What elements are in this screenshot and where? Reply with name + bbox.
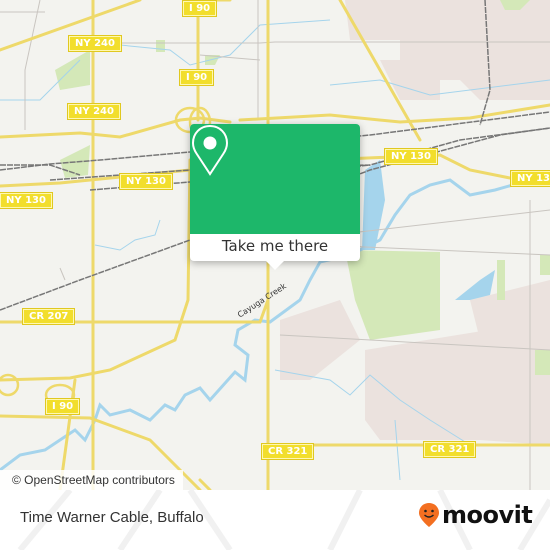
moovit-wordmark: moovit (442, 501, 533, 529)
road-shield-ny240: NY 240 (68, 35, 122, 52)
popup-pointer (265, 260, 285, 270)
road-shield-ny240: NY 240 (67, 103, 121, 120)
road-shield-ny130: NY 130 (0, 192, 53, 209)
road-shield-cr321: CR 321 (422, 441, 477, 458)
road-shield-cr207: CR 207 (21, 308, 76, 325)
footer-bar: Time Warner Cable, Buffalo moovit (0, 490, 550, 550)
road-shield-i90: I 90 (178, 69, 215, 86)
road-shield-ny130: NY 130 (119, 173, 173, 190)
popup-header (190, 124, 360, 234)
road-shield-i90: I 90 (181, 0, 218, 17)
destination-popup[interactable]: Take me there (190, 124, 360, 270)
location-pin-icon (191, 124, 229, 176)
place-name: Time Warner Cable, Buffalo (20, 509, 204, 526)
map-view[interactable]: I 90 NY 240 I 90 NY 240 NY 130 NY 130 NY… (0, 0, 550, 490)
road-shield-ny130: NY 130 (384, 148, 438, 165)
map-attribution[interactable]: © OpenStreetMap contributors (0, 470, 183, 490)
moovit-logo[interactable]: moovit (418, 501, 533, 529)
road-shield-i90: I 90 (44, 398, 81, 415)
moovit-pin-icon (419, 503, 439, 527)
road-shield-ny130: NY 130 (510, 170, 550, 187)
road-shield-cr321: CR 321 (260, 443, 315, 460)
take-me-there-button[interactable]: Take me there (190, 234, 360, 261)
